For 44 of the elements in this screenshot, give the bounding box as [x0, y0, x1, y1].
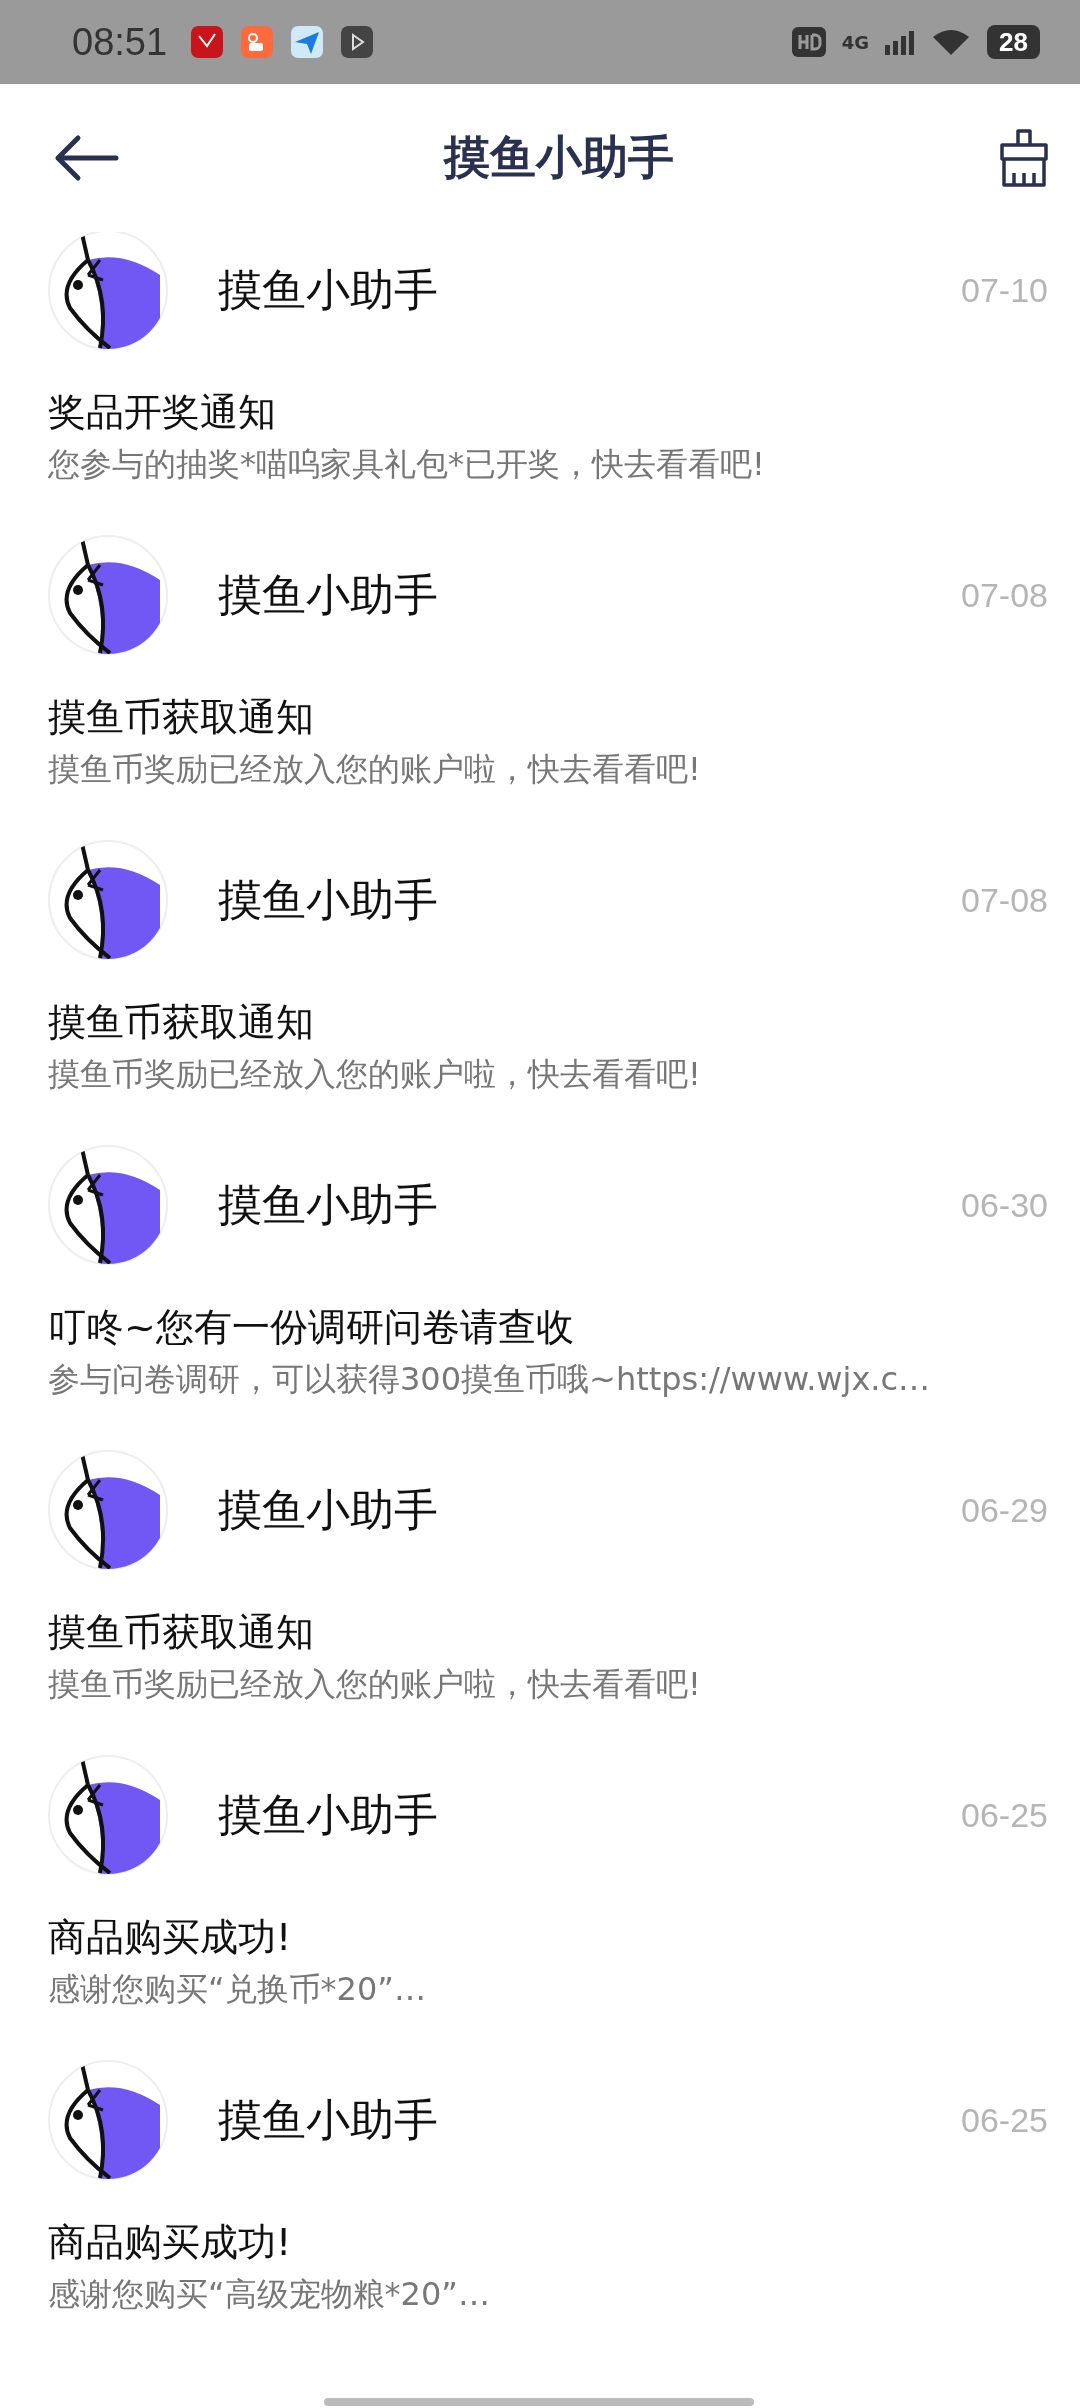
message-title[interactable]: 奖品开奖通知	[48, 384, 1032, 440]
message-preview: 感谢您购买“高级宠物粮*20”…	[48, 2274, 491, 2315]
message-date: 06-29	[961, 1490, 1048, 1530]
fish-avatar-icon	[48, 840, 168, 960]
message-title[interactable]: 摸鱼币获取通知	[48, 689, 1032, 745]
message-preview: 感谢您购买“兑换币*20”…	[48, 1969, 427, 2010]
message-date: 06-25	[961, 2100, 1048, 2140]
sender-name: 摸鱼小助手	[218, 262, 439, 317]
message-title[interactable]: 摸鱼币获取通知	[48, 994, 1032, 1050]
message-date: 07-10	[961, 270, 1048, 310]
sender-name: 摸鱼小助手	[218, 1482, 439, 1537]
battery-level: 28	[987, 25, 1040, 59]
message-preview: 您参与的抽奖*喵呜家具礼包*已开奖，快去看看吧!	[48, 444, 766, 485]
message-preview: 摸鱼币奖励已经放入您的账户啦，快去看看吧!	[48, 1054, 702, 1095]
message-preview: 摸鱼币奖励已经放入您的账户啦，快去看看吧!	[48, 1664, 702, 1705]
sender-name: 摸鱼小助手	[218, 2092, 439, 2147]
network-type: 4G	[841, 31, 870, 53]
message-preview: 摸鱼币奖励已经放入您的账户啦，快去看看吧!	[48, 749, 702, 790]
page-title: 摸鱼小助手	[444, 129, 674, 186]
hd-icon	[791, 27, 826, 57]
message-date: 06-30	[961, 1185, 1048, 1225]
sender-name: 摸鱼小助手	[218, 567, 439, 622]
play-app-icon	[341, 26, 374, 58]
message-date: 07-08	[961, 880, 1048, 920]
message-title[interactable]: 商品购买成功!	[48, 2214, 1032, 2270]
status-time: 08:51	[72, 20, 168, 64]
fish-avatar-icon	[48, 1145, 168, 1265]
sender-name: 摸鱼小助手	[218, 1787, 439, 1842]
message-preview: 参与问卷调研，可以获得300摸鱼币哦~https://www.wjx.c…	[48, 1359, 932, 1400]
fish-avatar-icon	[48, 1450, 168, 1570]
app-notification-icon	[191, 26, 224, 58]
message-title[interactable]: 摸鱼币获取通知	[48, 1604, 1032, 1660]
message-date: 07-08	[961, 575, 1048, 615]
message-date: 06-25	[961, 1795, 1048, 1835]
wifi-icon	[931, 27, 972, 57]
message-title[interactable]: 商品购买成功!	[48, 1909, 1032, 1965]
paper-plane-app-icon	[291, 26, 324, 58]
sender-name: 摸鱼小助手	[218, 1177, 439, 1232]
signal-icon	[885, 29, 916, 55]
sender-name: 摸鱼小助手	[218, 872, 439, 927]
message-title[interactable]: 叮咚~您有一份调研问卷请查收	[48, 1299, 1032, 1355]
fish-avatar-icon	[48, 535, 168, 655]
fish-avatar-icon	[48, 2060, 168, 2180]
fish-avatar-icon	[48, 1755, 168, 1875]
